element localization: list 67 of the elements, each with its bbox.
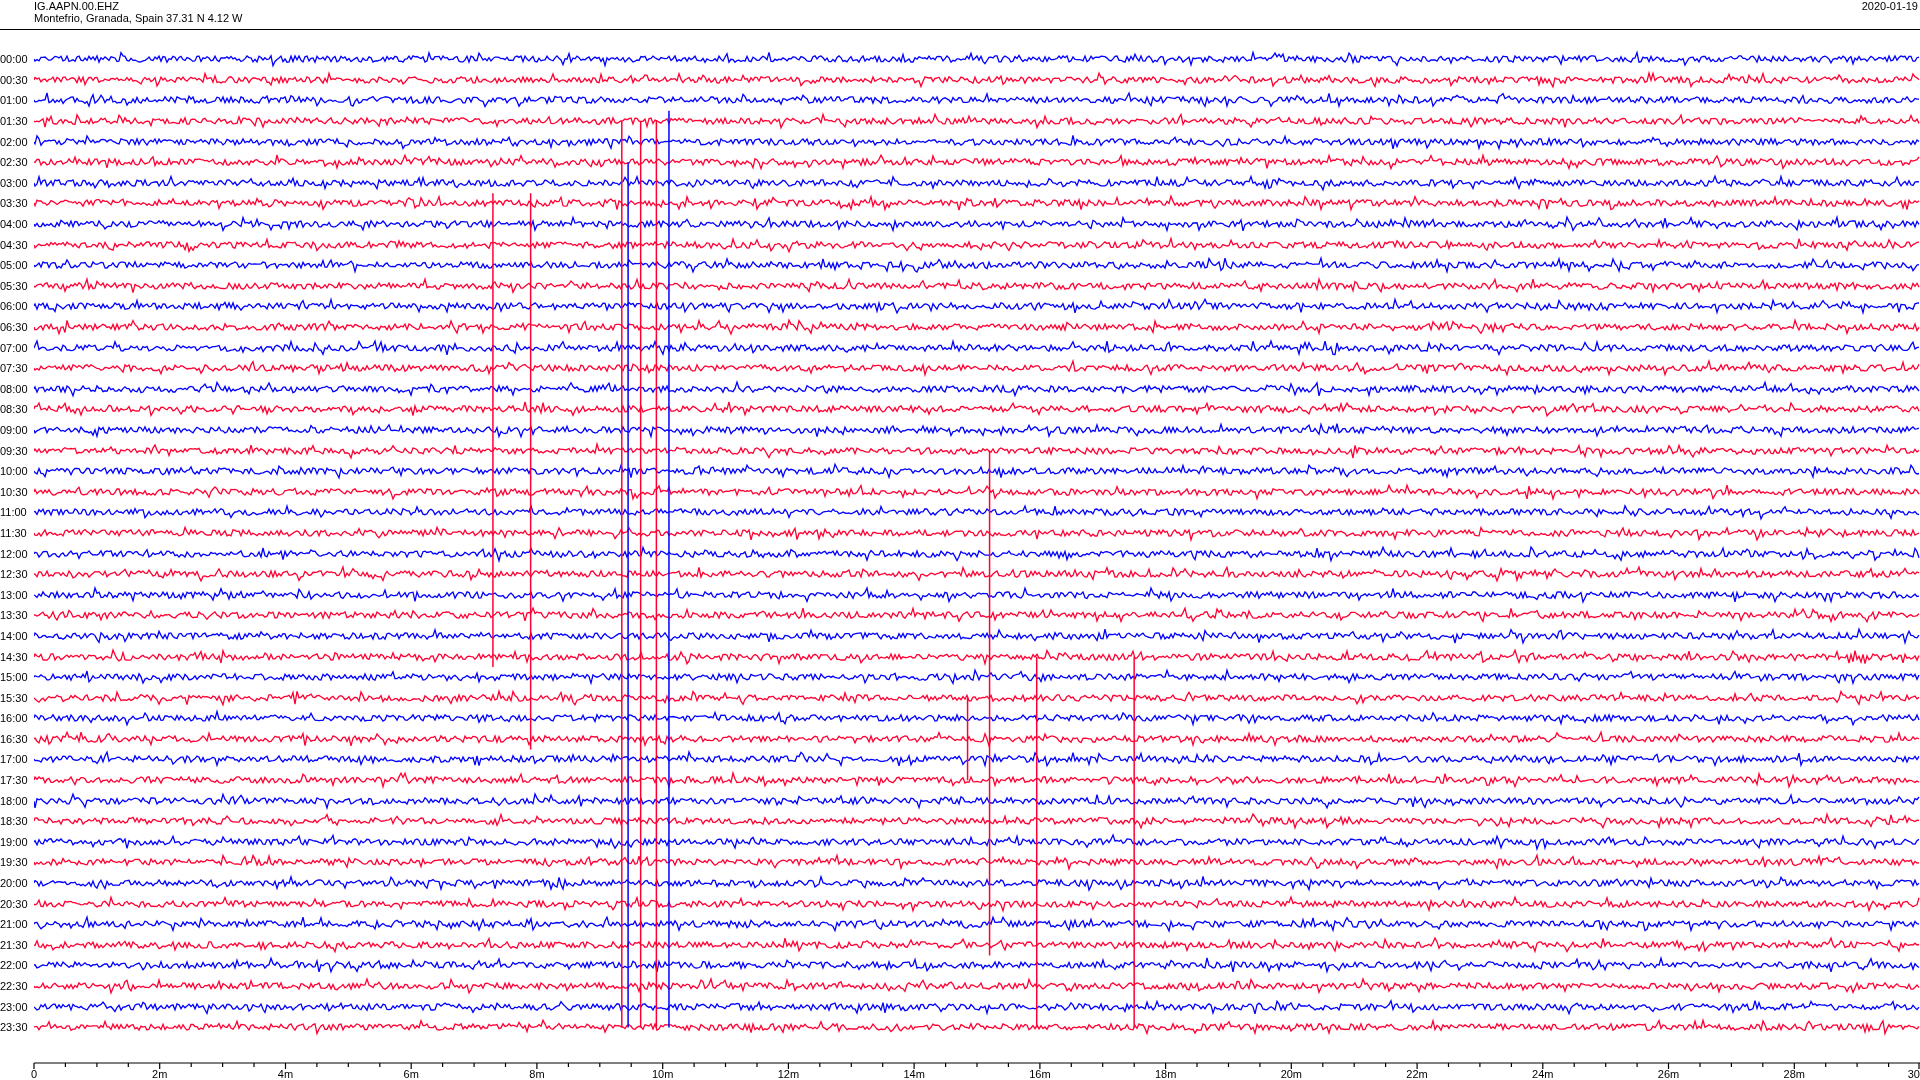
trace-time-label: 17:00 — [0, 753, 29, 766]
trace-time-label: 13:00 — [0, 588, 29, 601]
trace-time-label: 09:30 — [0, 444, 29, 457]
axis-tick-label: 8m — [529, 1068, 545, 1080]
trace-time-label: 11:30 — [0, 526, 28, 539]
trace-time-label: 16:00 — [0, 712, 29, 725]
axis-tick-label: 4m — [277, 1068, 294, 1080]
axis-tick-label: 14m — [903, 1068, 925, 1080]
trace-time-label: 19:00 — [0, 835, 29, 848]
trace-time-label: 07:00 — [0, 341, 29, 354]
trace-time-label: 10:00 — [0, 465, 29, 478]
trace-time-label: 01:00 — [0, 94, 29, 107]
trace-time-label: 05:30 — [0, 279, 29, 292]
trace-time-label: 05:00 — [0, 259, 29, 272]
axis-tick-label: 0 — [31, 1068, 38, 1080]
trace-time-label: 13:30 — [0, 609, 29, 622]
trace-time-label: 16:30 — [0, 732, 29, 745]
trace-time-label: 21:00 — [0, 918, 29, 931]
trace-time-label: 02:30 — [0, 156, 29, 169]
trace-time-label: 14:30 — [0, 650, 29, 663]
axis-tick-label: 10m — [651, 1068, 674, 1080]
trace-time-label: 23:00 — [0, 1000, 29, 1013]
axis-tick-label: 22m — [1406, 1068, 1428, 1080]
trace-time-label: 02:00 — [0, 135, 29, 148]
trace-time-label: 01:30 — [0, 115, 29, 128]
axis-tick-label: 28m — [1783, 1068, 1805, 1080]
trace-time-label: 00:00 — [0, 53, 29, 66]
trace-time-label: 20:00 — [0, 877, 29, 890]
trace-time-label: 18:30 — [0, 815, 29, 828]
trace-time-label: 03:00 — [0, 176, 29, 189]
station-location: Montefrio, Granada, Spain 37.31 N 4.12 W — [34, 12, 243, 24]
axis-tick-label: 12m — [777, 1068, 800, 1080]
trace-time-label: 12:30 — [0, 568, 29, 581]
axis-tick-label: 26m — [1657, 1068, 1680, 1080]
axis-tick-label: 16m — [1029, 1068, 1051, 1080]
trace-time-label: 11:00 — [0, 506, 28, 519]
trace-time-label: 15:00 — [0, 671, 29, 684]
trace-time-label: 14:00 — [0, 629, 29, 642]
trace-time-label: 19:30 — [0, 856, 29, 869]
trace-time-label: 04:00 — [0, 218, 29, 231]
trace-time-label: 21:30 — [0, 938, 29, 951]
axis-tick-label: 2m — [152, 1068, 168, 1080]
axis-tick-label: 6m — [403, 1068, 419, 1080]
axis-tick-label: 24m — [1532, 1068, 1554, 1080]
trace-time-label: 17:30 — [0, 774, 29, 787]
trace-time-label: 08:00 — [0, 382, 29, 395]
trace-time-label: 06:00 — [0, 300, 29, 313]
trace-time-label: 22:00 — [0, 959, 29, 972]
trace-time-label: 10:30 — [0, 485, 29, 498]
trace-time-label: 03:30 — [0, 197, 29, 210]
trace-time-label: 23:30 — [0, 1021, 29, 1034]
trace-time-label: 09:00 — [0, 424, 29, 436]
trace-time-label: 12:00 — [0, 547, 29, 560]
trace-time-label: 18:00 — [0, 794, 29, 807]
trace-time-label: 22:30 — [0, 980, 29, 992]
trace-time-label: 20:30 — [0, 897, 29, 910]
trace-time-label: 06:30 — [0, 321, 29, 333]
axis-tick-label: 18m — [1154, 1068, 1177, 1080]
trace-time-label: 07:30 — [0, 362, 29, 375]
axis-tick-label: 30 — [1907, 1068, 1920, 1080]
trace-time-label: 08:30 — [0, 403, 29, 416]
axis-tick-label: 20m — [1280, 1068, 1303, 1080]
trace-time-label: 15:30 — [0, 691, 29, 704]
trace-time-label: 04:30 — [0, 238, 29, 251]
station-code: IG.AAPN.00.EHZ — [34, 0, 120, 12]
plot-date: 2020-01-19 — [1861, 0, 1918, 12]
trace-time-label: 00:30 — [0, 73, 29, 86]
